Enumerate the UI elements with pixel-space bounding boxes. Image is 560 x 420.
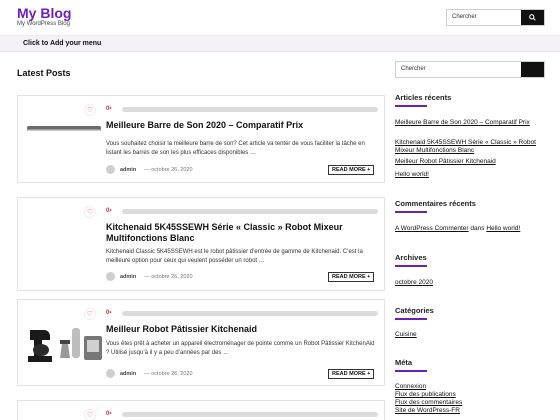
post-title-link[interactable]: Meilleure Barre de Son 2020 – Comparatif… [106,120,378,131]
widget-underline [395,265,427,267]
meta-link-comments-feed[interactable]: Flux des commentaires [395,399,545,407]
post-date: — octobre 26, 2020 [144,370,193,377]
post-title-link[interactable]: Kitchenaid 5K45SSEWH Série « Classic » R… [106,222,378,245]
post-card: ♡ 0• [17,400,385,420]
like-button[interactable]: ♡ [84,104,96,116]
sidebar-search-button[interactable] [521,62,544,77]
post-author[interactable]: admin [120,371,136,377]
site-header: My Blog My WordPress Blog Chercher [0,0,560,35]
post-excerpt: Kitchenaid Classic 5K45SSEWH est le robo… [106,249,363,264]
heart-icon: ♡ [86,107,94,114]
site-title[interactable]: My Blog [17,5,71,21]
heart-icon: ♡ [86,311,94,318]
widget-underline [395,105,427,107]
post-thumbnail[interactable] [26,123,106,135]
add-menu-link[interactable]: Click to Add your menu [23,40,101,47]
read-more-button[interactable]: READ MORE + [328,369,375,379]
widget-title-categories: Catégories [395,306,434,315]
sidebar-search-form: Chercher [395,61,545,78]
sidebar-search-input[interactable]: Chercher [396,62,521,77]
post-meta: admin — octobre 26, 2020 [106,272,193,281]
placeholder-bar [122,311,378,316]
post-card: ♡ 0• Kitchenaid 5K45SSEWH Série « Classi… [17,197,385,291]
placeholder-bar [122,107,378,112]
widget-title-archives: Archives [395,253,427,262]
recent-post-link[interactable]: Hello world! [395,171,545,179]
placeholder-bar [122,209,378,214]
post-excerpt: Vous êtes prêt à acheter un appareil éle… [106,341,375,356]
post-title-link[interactable]: Meilleur Robot Pâtissier Kitchenaid [106,324,378,335]
site-description: My WordPress Blog [17,21,70,27]
post-author[interactable]: admin [120,167,136,173]
avatar [106,369,115,378]
post-meta: admin — octobre 26, 2020 [106,369,193,378]
meta-link-posts-feed[interactable]: Flux des publications [395,391,545,399]
recent-post-link[interactable]: Kitchenaid 5K45SSEWH Série « Classic » R… [395,139,545,155]
header-search-input[interactable]: Chercher [447,10,521,25]
post-excerpt: Vous souhaitez choisir la meilleure barr… [106,141,365,156]
soundbar-image [27,126,101,131]
recent-post-link[interactable]: Meilleure Barre de Son 2020 – Comparatif… [395,119,545,127]
widget-underline [395,211,427,213]
widget-underline [395,370,427,372]
read-more-button[interactable]: READ MORE + [328,272,375,282]
post-date: — octobre 26, 2020 [144,166,193,173]
widget-underline [395,318,427,320]
like-count: 0• [106,106,112,112]
post-author[interactable]: admin [120,274,136,280]
comment-post-link[interactable]: Hello world! [486,225,520,232]
meta-link-login[interactable]: Connexion [395,383,545,391]
category-link[interactable]: Cuisine [395,331,545,339]
post-card: ♡ 0• Meilleure Barre de Son 2020 – Compa… [17,95,385,183]
post-meta: admin — octobre 26, 2020 [106,165,193,174]
widget-title-meta: Méta [395,358,413,367]
archive-link[interactable]: octobre 2020 [395,279,545,287]
heart-icon: ♡ [86,209,94,216]
placeholder-bar [122,412,378,417]
avatar [106,165,115,174]
comment-author-link[interactable]: A WordPress Commenter [395,225,469,232]
search-icon [529,14,536,21]
recent-comment: A WordPress Commenter dans Hello world! [395,225,545,233]
latest-posts-heading: Latest Posts [17,68,71,78]
like-count: 0• [106,310,112,316]
header-search-button[interactable] [521,10,544,25]
meta-link-wordpress[interactable]: Site de WordPress-FR [395,407,545,415]
header-search-form: Chercher [446,9,545,26]
menu-bar: Click to Add your menu [0,35,560,52]
like-count: 0• [106,208,112,214]
like-button[interactable]: ♡ [84,308,96,320]
like-button[interactable]: ♡ [84,206,96,218]
heart-icon: ♡ [86,412,94,419]
post-thumbnail[interactable] [26,322,106,367]
avatar [106,272,115,281]
like-button[interactable]: ♡ [84,409,96,420]
post-date: — octobre 26, 2020 [144,273,193,280]
post-card: ♡ 0• Meilleur Robot Pâtissier Kitchenaid… [17,299,385,386]
stand-mixer-image [28,328,102,362]
like-count: 0• [106,411,112,417]
recent-post-link[interactable]: Meilleur Robot Pâtissier Kitchenaid [395,158,545,166]
read-more-button[interactable]: READ MORE + [328,165,375,175]
comment-joiner: dans [470,225,485,232]
widget-title-recent-comments: Commentaires récents [395,199,476,208]
widget-title-recent-posts: Articles récents [395,93,452,102]
